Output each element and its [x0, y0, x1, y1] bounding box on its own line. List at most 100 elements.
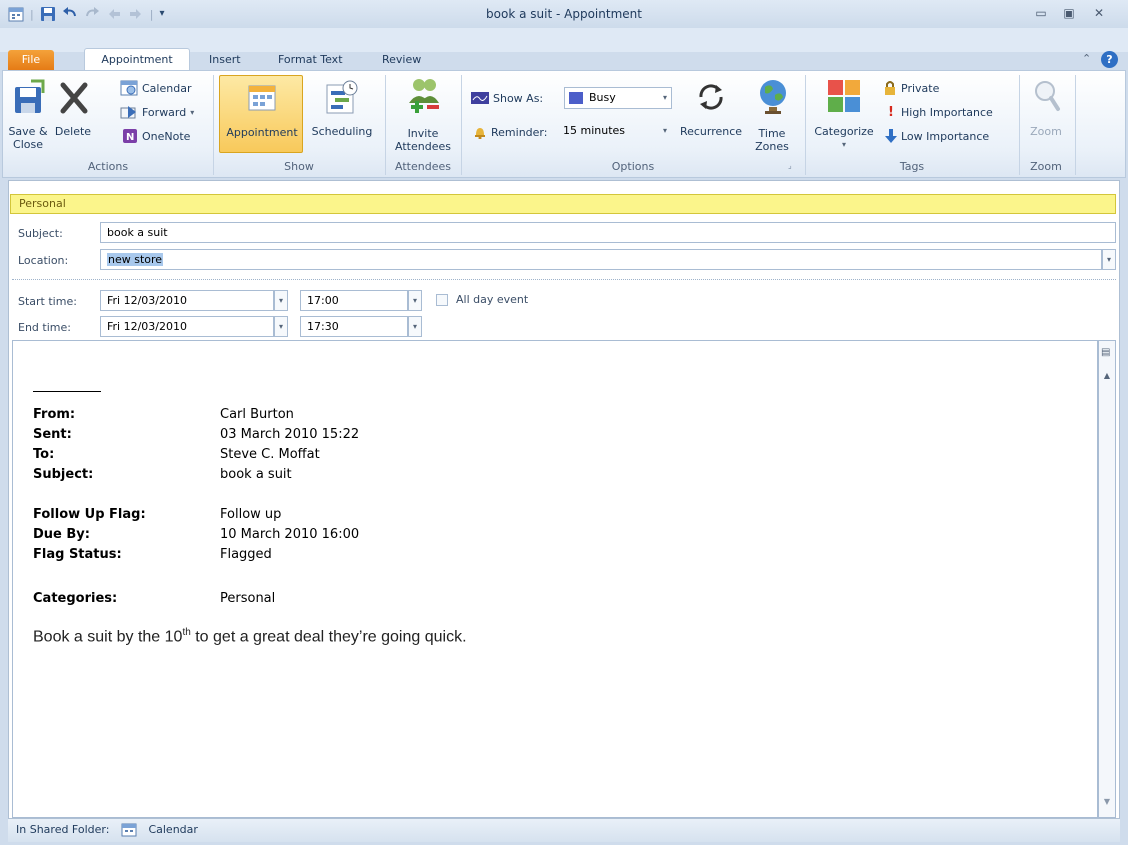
time-zones-button[interactable]: Time Zones [749, 77, 795, 155]
show-as-value: Busy [589, 91, 616, 104]
categories-label: Categories: [33, 591, 118, 606]
end-time-dropdown-icon[interactable]: ▾ [408, 316, 422, 337]
subject-header-value: book a suit [220, 467, 292, 482]
maximize-icon[interactable]: ▣ [1056, 3, 1082, 23]
scroll-up-icon[interactable]: ▲ [1101, 371, 1113, 385]
start-date-dropdown-icon[interactable]: ▾ [274, 290, 288, 311]
group-label-tags: Tags [899, 160, 925, 173]
appointment-body[interactable]: From: Carl Burton Sent: 03 March 2010 15… [12, 340, 1098, 818]
minimize-icon[interactable]: ▭ [1028, 3, 1054, 23]
zoom-button[interactable]: Zoom [1021, 77, 1071, 153]
end-time-input[interactable]: 17:30 [300, 316, 408, 337]
separator [805, 75, 806, 175]
forward-dropdown-icon[interactable]: ▾ [190, 108, 194, 117]
separator [461, 75, 462, 175]
scheduling-label: Scheduling [311, 125, 373, 138]
show-as-select[interactable]: Busy ▾ [564, 87, 672, 109]
private-label: Private [901, 81, 940, 95]
calendar-folder-icon [121, 823, 137, 837]
down-arrow-icon [885, 129, 897, 143]
location-value: new store [107, 253, 164, 266]
minimize-ribbon-icon[interactable]: ⌃ [1082, 52, 1091, 65]
contact-card-icon[interactable]: ▤ [1101, 347, 1113, 363]
category-bar: Personal [10, 194, 1116, 214]
quick-access-toolbar: | | ▾ [8, 5, 175, 23]
calendar-button[interactable]: Calendar [120, 79, 191, 97]
start-time-dropdown-icon[interactable]: ▾ [408, 290, 422, 311]
forward-icon [120, 106, 136, 119]
customize-toolbar-icon[interactable]: ▾ [159, 6, 175, 22]
subject-header-label: Subject: [33, 467, 94, 482]
redo-icon[interactable] [84, 6, 100, 22]
from-label: From: [33, 407, 76, 422]
due-by-label: Due By: [33, 527, 90, 542]
high-importance-button[interactable]: ! High Importance [885, 103, 993, 121]
onenote-label: OneNote [142, 129, 191, 143]
message-text: Book a suit by the 10th to get a great d… [33, 627, 467, 646]
separator [213, 75, 214, 175]
recurrence-button[interactable]: Recurrence [675, 77, 747, 153]
separator-line [33, 391, 101, 392]
time-zones-label-1: Time [758, 127, 786, 140]
group-label-show: Show [284, 160, 314, 173]
status-bar: In Shared Folder: Calendar [8, 818, 1120, 842]
shared-folder-name[interactable]: Calendar [148, 823, 197, 836]
start-time-label: Start time: [18, 295, 77, 308]
flag-status-label: Flag Status: [33, 547, 122, 562]
scheduling-button[interactable]: Scheduling [305, 77, 379, 153]
sent-label: Sent: [33, 427, 72, 442]
undo-icon[interactable] [62, 6, 78, 22]
help-icon[interactable]: ? [1101, 51, 1118, 68]
close-icon[interactable]: ✕ [1086, 3, 1112, 23]
tab-file[interactable]: File [8, 50, 54, 70]
location-input[interactable]: new store [100, 249, 1102, 270]
invite-label-1: Invite [407, 127, 439, 140]
save-close-label-2: Close [13, 138, 43, 151]
subject-label: Subject: [18, 227, 63, 240]
delete-button[interactable]: Delete [53, 77, 93, 153]
location-dropdown-icon[interactable]: ▾ [1102, 249, 1116, 270]
dialog-launcher-icon[interactable]: ⌟ [788, 161, 792, 170]
appointment-view-button[interactable]: Appointment [219, 75, 303, 153]
end-date-dropdown-icon[interactable]: ▾ [274, 316, 288, 337]
from-value: Carl Burton [220, 407, 294, 422]
low-importance-label: Low Importance [901, 129, 990, 143]
group-label-options: Options [611, 160, 655, 173]
forward-button[interactable]: Forward ▾ [120, 103, 194, 121]
vertical-scrollbar[interactable]: ▤ ▲ ▼ [1098, 340, 1116, 818]
flag-status-value: Flagged [220, 547, 272, 562]
reminder-dropdown-icon: ▾ [662, 126, 667, 135]
scroll-down-icon[interactable]: ▼ [1101, 797, 1113, 811]
show-as-label: Show As: [493, 91, 544, 105]
sent-value: 03 March 2010 15:22 [220, 427, 360, 442]
onenote-icon: N [123, 129, 137, 143]
message-sup: th [182, 627, 191, 638]
start-time-input[interactable]: 17:00 [300, 290, 408, 311]
follow-up-flag-label: Follow Up Flag: [33, 507, 146, 522]
subject-input[interactable]: book a suit [100, 222, 1116, 243]
message-post: to get a great deal they’re going quick. [190, 628, 467, 646]
reminder-select[interactable]: 15 minutes ▾ [559, 121, 671, 143]
categorize-button[interactable]: Categorize ▾ [809, 77, 879, 155]
save-icon[interactable] [40, 6, 56, 22]
due-by-value: 10 March 2010 16:00 [220, 527, 360, 542]
tab-appointment[interactable]: Appointment [84, 48, 190, 71]
private-button[interactable]: Private [883, 79, 939, 97]
to-value: Steve C. Moffat [220, 447, 320, 462]
separator [1019, 75, 1020, 175]
location-label: Location: [18, 254, 69, 267]
outlook-calendar-icon[interactable] [8, 6, 24, 22]
onenote-button[interactable]: N OneNote [122, 127, 190, 145]
message-pre: Book a suit by the 10 [33, 628, 183, 646]
low-importance-button[interactable]: Low Importance [885, 127, 989, 145]
next-item-icon[interactable] [128, 6, 144, 22]
invite-attendees-button[interactable]: Invite Attendees [389, 77, 457, 155]
reminder-label: Reminder: [491, 125, 548, 139]
end-date-input[interactable]: Fri 12/03/2010 [100, 316, 274, 337]
follow-up-flag-value: Follow up [220, 507, 282, 522]
bell-icon [475, 128, 485, 139]
start-date-input[interactable]: Fri 12/03/2010 [100, 290, 274, 311]
save-close-button[interactable]: Save & Close [5, 77, 51, 153]
all-day-checkbox[interactable] [436, 294, 448, 306]
previous-item-icon[interactable] [106, 6, 122, 22]
